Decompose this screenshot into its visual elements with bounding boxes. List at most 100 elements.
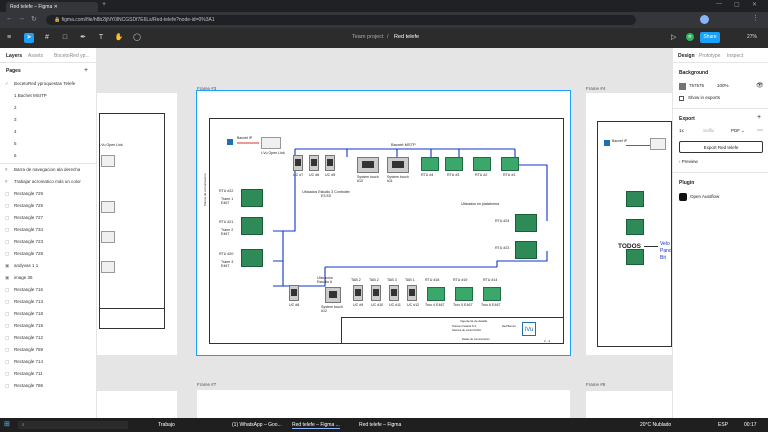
shape-tool-icon[interactable]: □ [60,33,70,43]
page-item[interactable]: 6 [0,150,96,162]
layer-item[interactable]: ▢ Rectangle 713 [0,296,96,308]
show-exports-checkbox[interactable] [679,96,684,101]
export-format[interactable]: PDF [731,128,740,133]
color-swatch[interactable] [679,83,686,90]
file-name[interactable]: Red telefe [394,34,419,40]
windows-start-icon[interactable]: ⊞ [4,421,12,429]
pen-tool-icon[interactable]: ✒ [78,33,88,43]
taskbar-search[interactable]: ⌕ [18,421,128,429]
page-item[interactable]: 1 Bachet MSITP [0,90,96,102]
frame-bottom-right[interactable] [586,391,672,418]
layer-item[interactable]: ▢ Rectangle 714 [0,356,96,368]
rtu-caption: Trane 3 E467 [221,260,234,269]
frame-label[interactable]: Frame #7 [197,382,216,387]
layer-item[interactable]: ▢ Rectangle 728 [0,248,96,260]
layer-item[interactable]: ▢ Rectangle 718 [0,308,96,320]
share-button[interactable]: Share [700,32,720,43]
page-item[interactable]: 2 [0,102,96,114]
clock[interactable]: 00:17 [744,422,757,428]
export-button[interactable]: Export Red telefe [679,141,763,153]
tab-prototype[interactable]: Prototype [699,53,720,59]
text-tool-icon[interactable]: T [96,33,106,43]
tab-assets[interactable]: Assets [28,53,43,59]
language-indicator[interactable]: ESP [718,422,728,428]
frame-tool-icon[interactable]: # [42,33,52,43]
group-label: TAB 3 [387,278,397,282]
move-tool-icon[interactable]: ➤ [24,33,34,43]
layer-item[interactable]: ▢ Rectangle 727 [0,212,96,224]
layer-item[interactable]: ▣ image 36 [0,272,96,284]
bg-opacity[interactable]: 100% [717,83,729,88]
page-item[interactable]: 3 [0,114,96,126]
add-page-icon[interactable]: + [84,67,88,74]
uc-device [407,285,417,301]
layer-item[interactable]: ▢ Rectangle 712 [0,332,96,344]
frame-main[interactable]: Planos de comunicacion Bacnet MSTP Bacne… [196,90,571,356]
frame-label[interactable]: Frame #4 [586,86,605,91]
main-menu-icon[interactable]: ≡ [4,33,14,43]
layer-item[interactable]: ▢ Rectangle 769 [0,344,96,356]
more-icon[interactable]: ⋯ [757,127,763,134]
layer-item[interactable]: ▢ Rectangle 729 [0,188,96,200]
page-item[interactable]: 5 [0,138,96,150]
layer-item[interactable]: ▢ Rectangle 786 [0,380,96,392]
address-bar[interactable]: 🔒 figma.com/file/h8b2ljNY0lNCGSDf7E6Ls/R… [46,15,636,25]
layer-item[interactable]: # Trabajar acromatico más un color [0,176,96,188]
tab-inspect[interactable]: Inspect [727,53,743,59]
avatar[interactable]: R [686,33,694,41]
tab-page-switcher[interactable]: BocetoRed yp... [54,53,90,59]
layer-item[interactable]: ▢ Rectangle 734 [0,224,96,236]
hand-tool-icon[interactable]: ✋ [114,33,124,43]
back-icon[interactable]: ← [6,15,13,22]
layer-item[interactable]: ▢ Rectangle 711 [0,368,96,380]
new-tab-icon[interactable]: + [102,1,106,8]
frame-right-partial[interactable]: Bacnet IP TODOS Velo Panc Bit [586,93,672,355]
frame-label[interactable]: Frame #8 [586,382,605,387]
page-item[interactable]: ✓ BocetoRed yproquestas Telefe [0,78,96,90]
layer-item[interactable]: # Barra de navegacion ala derecha [0,164,96,176]
browser-tab[interactable]: Red telefe – Figma ✕ [6,2,98,12]
browser-menu-icon[interactable]: ⋮ [752,14,759,22]
layer-item[interactable]: ▢ Rectangle 725 [0,200,96,212]
tab-design[interactable]: Design [678,53,695,59]
uc-device [309,155,319,171]
profile-avatar[interactable] [700,15,709,24]
canvas[interactable]: Frame #3 Frame #4 Frame #7 Frame #8 I-Vu… [97,48,672,418]
chevron-down-icon[interactable]: ⌄ [741,128,745,134]
page-item[interactable]: 4 [0,126,96,138]
plugin-name[interactable]: Open Autoflow [690,194,719,199]
preview-toggle[interactable]: › Preview [679,159,698,164]
zoom-level[interactable]: 27% [747,34,757,40]
frame-bottom-left[interactable] [97,391,177,418]
present-icon[interactable]: ▷ [671,33,676,41]
taskbar-item[interactable]: (1) WhatsApp – Goo... [232,422,282,428]
weather-widget[interactable]: 20°C Nublado [640,422,671,428]
plugin-icon [679,193,687,201]
export-suffix[interactable]: Suffix [703,128,714,133]
taskbar-item[interactable]: Trabajo [158,422,175,428]
comment-tool-icon[interactable]: ◯ [132,33,142,43]
export-scale[interactable]: 1x [679,128,684,133]
layer-item[interactable]: ▢ Rectangle 723 [0,236,96,248]
taskbar-item[interactable]: Red telefe – Figma ... [292,422,340,429]
frame-bottom-main[interactable] [197,390,570,418]
ivu-link-text: I-Vu Open Link [99,143,123,147]
tab-layers[interactable]: Layers [6,53,22,59]
rectangle-icon: ▢ [5,335,10,340]
layer-item[interactable]: ▢ Rectangle 715 [0,320,96,332]
reload-icon[interactable]: ↻ [31,15,37,23]
add-export-icon[interactable]: + [757,114,761,121]
layer-item[interactable]: ▣ andyvas 1 1 [0,260,96,272]
minimize-icon[interactable]: — [716,1,722,7]
maximize-icon[interactable]: ▢ [734,1,740,8]
close-icon[interactable]: ✕ [54,4,58,10]
bg-hex[interactable]: 757575 [689,83,704,88]
frame-left-partial[interactable]: I-Vu Open Link [97,93,177,355]
taskbar-item[interactable]: Red telefe – Figma [359,422,401,428]
forward-icon[interactable]: → [18,15,25,22]
layer-item[interactable]: ▢ Rectangle 716 [0,284,96,296]
eye-icon[interactable]: 👁 [756,82,764,89]
window-close-icon[interactable]: ✕ [752,1,757,8]
bacnet-ip-label: Bacnet IP [237,136,253,140]
project-name[interactable]: Team project [352,34,384,40]
